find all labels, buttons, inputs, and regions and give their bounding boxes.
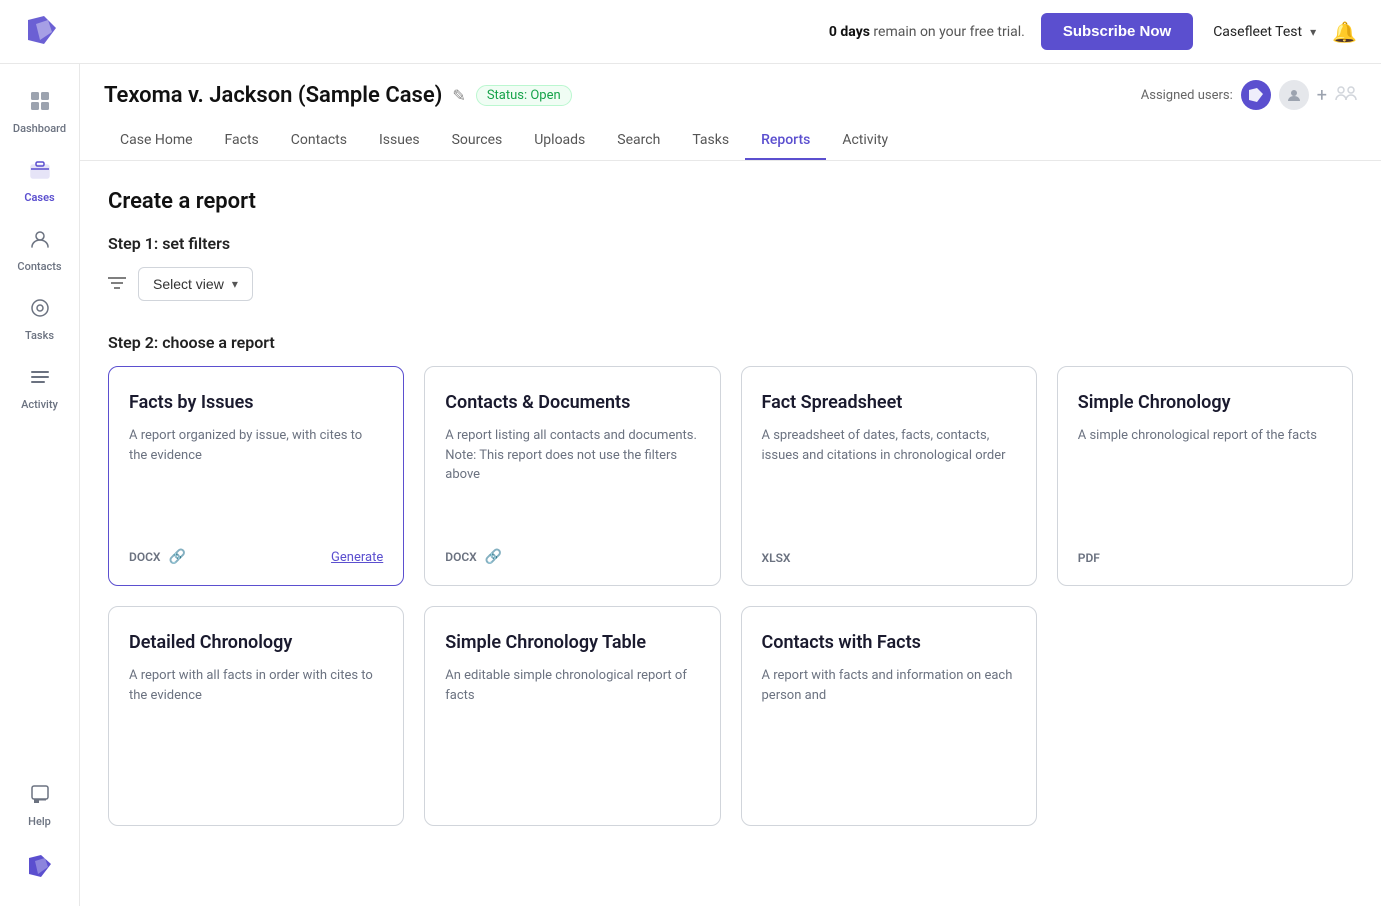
step1-title: Step 1: set filters [108,234,1353,253]
trial-info: 0 days remain on your free trial. [829,24,1025,40]
sidebar-item-tasks[interactable]: Tasks [6,287,74,352]
manage-users-icon[interactable] [1335,84,1357,107]
status-badge: Status: Open [476,85,572,106]
sidebar-item-tasks-label: Tasks [25,329,54,342]
tab-issues[interactable]: Issues [363,122,436,160]
card-title: Simple Chronology Table [445,631,699,654]
card-description: A report with all facts in order with ci… [129,666,383,793]
card-title: Contacts with Facts [762,631,1016,654]
card-footer: DOCX 🔗 [445,549,699,565]
card-format: XLSX [762,551,791,565]
report-card-simple-chronology[interactable]: Simple Chronology A simple chronological… [1057,366,1353,586]
report-card-facts-by-issues[interactable]: Facts by Issues A report organized by is… [108,366,404,586]
select-view-label: Select view [153,276,224,292]
card-description: A spreadsheet of dates, facts, contacts,… [762,426,1016,539]
sidebar-item-activity[interactable]: Activity [6,356,74,421]
report-card-contacts-documents[interactable]: Contacts & Documents A report listing al… [424,366,720,586]
card-description: A report with facts and information on e… [762,666,1016,793]
sidebar-item-cases-label: Cases [24,191,54,204]
case-header: Texoma v. Jackson (Sample Case) ✎ Status… [80,64,1381,161]
filters-row: Select view ▾ [108,267,1353,301]
tab-contacts[interactable]: Contacts [275,122,363,160]
help-icon [29,783,51,811]
logo[interactable] [24,12,60,52]
card-format: DOCX [129,550,161,564]
tab-case-home[interactable]: Case Home [104,122,209,160]
user-menu[interactable]: Casefleet Test ▾ [1213,24,1316,40]
select-view-button[interactable]: Select view ▾ [138,267,253,301]
sidebar-item-brand [6,842,74,890]
tab-tasks[interactable]: Tasks [676,122,745,160]
avatar-user [1279,80,1309,110]
assigned-users-section: Assigned users: + [1141,80,1357,110]
card-description: A report organized by issue, with cites … [129,426,383,537]
sidebar-item-dashboard-label: Dashboard [13,122,66,135]
card-description: A simple chronological report of the fac… [1078,426,1332,539]
card-format: DOCX [445,550,477,564]
report-card-fact-spreadsheet[interactable]: Fact Spreadsheet A spreadsheet of dates,… [741,366,1037,586]
page-content: Create a report Step 1: set filters [80,161,1381,906]
card-footer: PDF [1078,551,1332,565]
tasks-icon [29,297,51,325]
step2-title: Step 2: choose a report [108,333,1353,352]
link-icon: 🔗 [169,549,186,565]
cases-icon [29,159,51,187]
card-footer: XLSX [762,551,1016,565]
generate-link[interactable]: Generate [331,550,383,565]
card-description: A report listing all contacts and docume… [445,426,699,537]
step1-section: Step 1: set filters Select view ▾ [108,234,1353,301]
case-title: Texoma v. Jackson (Sample Case) [104,83,442,108]
card-title: Facts by Issues [129,391,383,414]
report-card-detailed-chronology[interactable]: Detailed Chronology A report with all fa… [108,606,404,826]
avatar-purple [1241,80,1271,110]
notifications-icon[interactable]: 🔔 [1332,20,1357,44]
tab-reports[interactable]: Reports [745,122,826,160]
assigned-label: Assigned users: [1141,88,1233,103]
card-description: An editable simple chronological report … [445,666,699,793]
tab-uploads[interactable]: Uploads [518,122,601,160]
tab-search[interactable]: Search [601,122,676,160]
subscribe-button[interactable]: Subscribe Now [1041,13,1193,50]
sidebar-item-activity-label: Activity [21,398,58,411]
chevron-down-icon: ▾ [1310,25,1316,39]
report-cards-grid-row2: Detailed Chronology A report with all fa… [108,606,1353,826]
tab-facts[interactable]: Facts [209,122,275,160]
link-icon: 🔗 [485,549,502,565]
sidebar-item-contacts[interactable]: Contacts [6,218,74,283]
card-title: Simple Chronology [1078,391,1332,414]
tab-sources[interactable]: Sources [436,122,519,160]
card-title: Contacts & Documents [445,391,699,414]
sidebar-item-help[interactable]: Help [6,773,74,838]
dashboard-icon [29,90,51,118]
sidebar: Dashboard Cases [0,64,80,906]
select-view-chevron-icon: ▾ [232,277,238,291]
contacts-icon [29,228,51,256]
step2-section: Step 2: choose a report Facts by Issues … [108,333,1353,826]
card-footer: DOCX 🔗 Generate [129,549,383,565]
sidebar-item-help-label: Help [28,815,51,828]
page-title: Create a report [108,189,1353,214]
add-user-button[interactable]: + [1317,85,1327,106]
sidebar-item-cases[interactable]: Cases [6,149,74,214]
report-cards-grid: Facts by Issues A report organized by is… [108,366,1353,586]
card-title: Detailed Chronology [129,631,383,654]
sidebar-item-contacts-label: Contacts [17,260,61,273]
report-card-contacts-with-facts[interactable]: Contacts with Facts A report with facts … [741,606,1037,826]
sidebar-item-dashboard[interactable]: Dashboard [6,80,74,145]
user-name: Casefleet Test [1213,24,1302,40]
card-format: PDF [1078,551,1100,565]
card-title: Fact Spreadsheet [762,391,1016,414]
report-card-simple-chronology-table[interactable]: Simple Chronology Table An editable simp… [424,606,720,826]
filter-icon[interactable] [108,274,126,295]
edit-icon[interactable]: ✎ [452,86,465,105]
nav-tabs: Case Home Facts Contacts Issues Sources … [104,122,1357,160]
tab-activity[interactable]: Activity [826,122,904,160]
activity-icon [29,366,51,394]
